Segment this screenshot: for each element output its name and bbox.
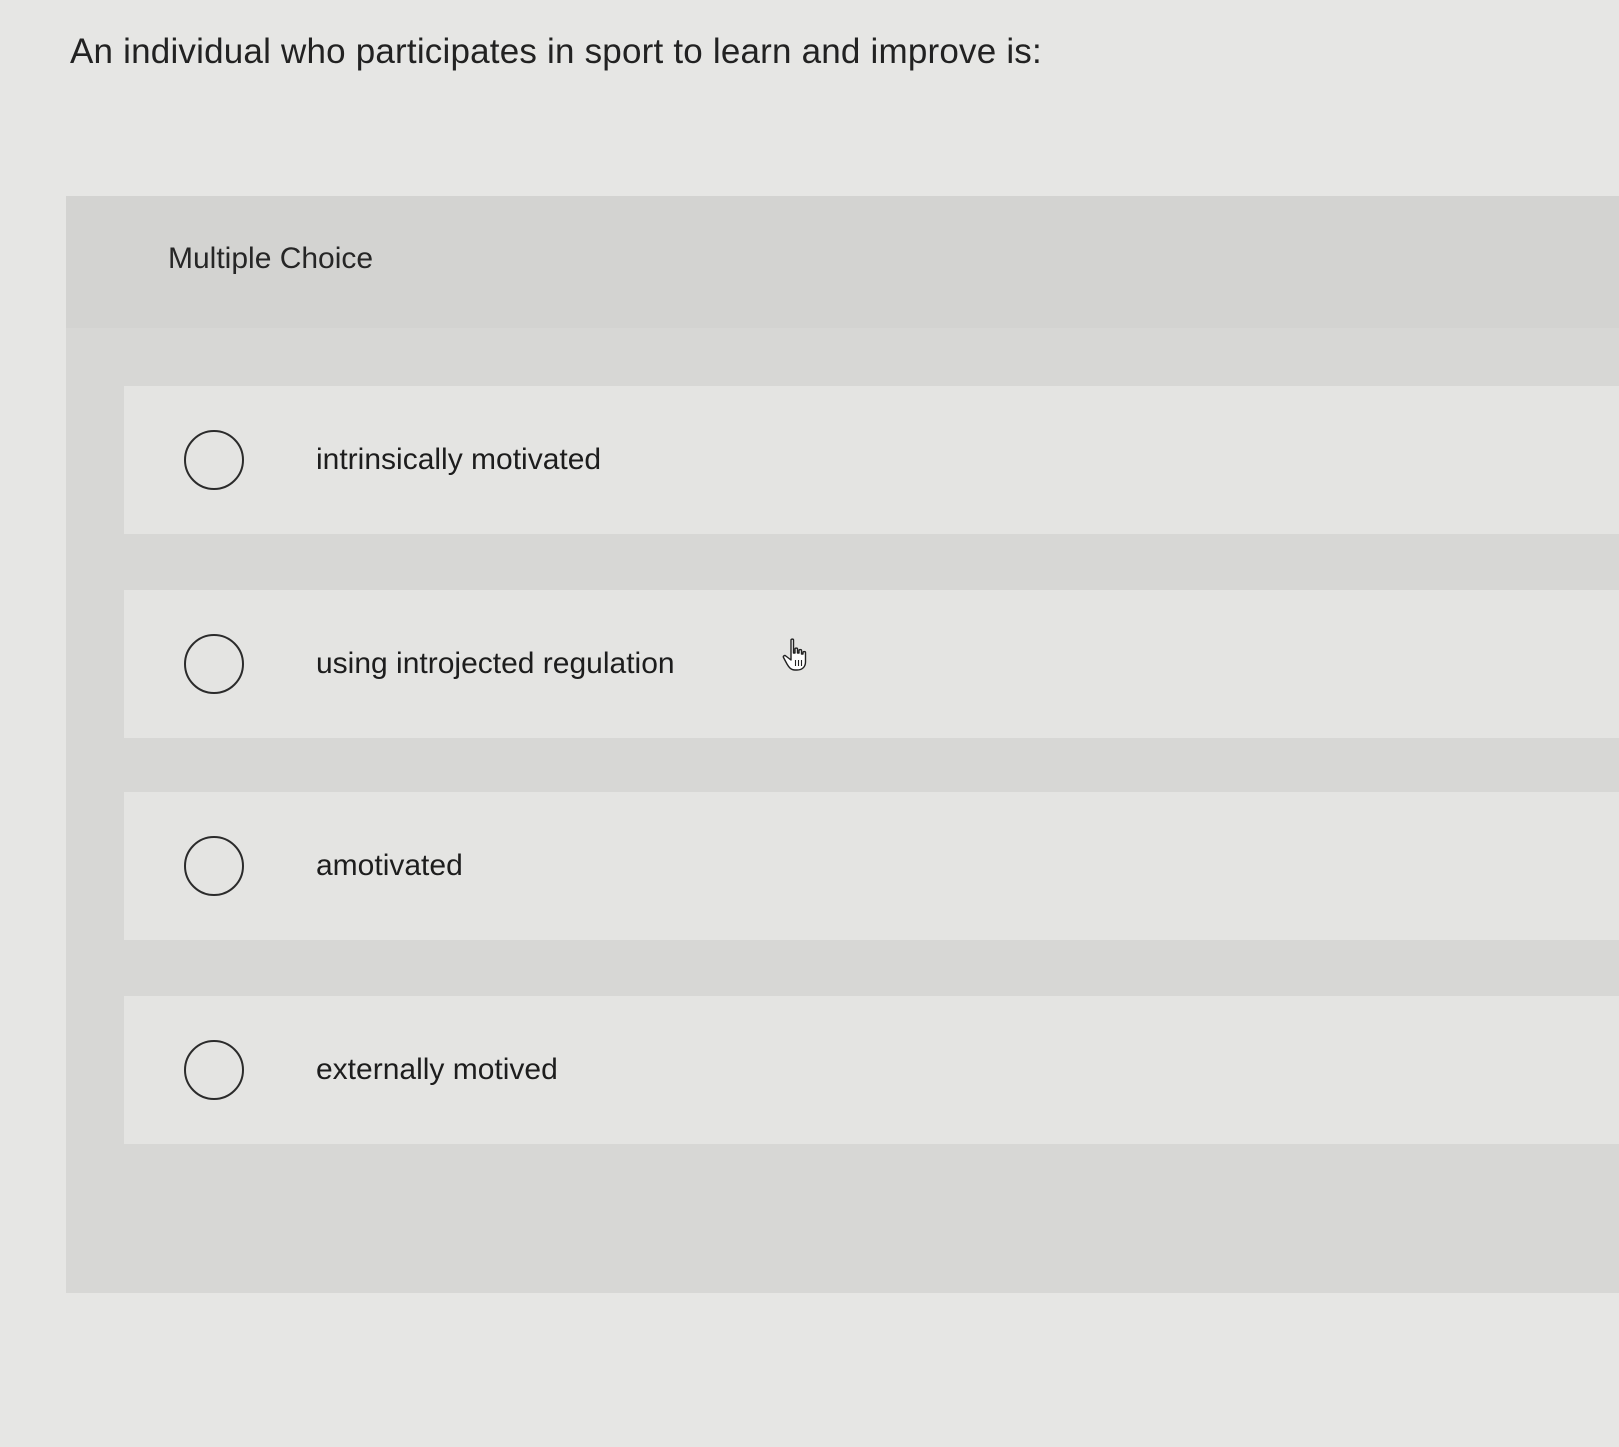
answer-option-label: intrinsically motivated	[316, 443, 602, 476]
multiple-choice-panel: Multiple Choice intrinsically motivated …	[66, 196, 1619, 1293]
answer-option-2[interactable]: using introjected regulation	[124, 590, 1619, 738]
multiple-choice-title: Multiple Choice	[168, 242, 374, 275]
radio-unchecked-icon[interactable]	[184, 430, 244, 490]
answer-option-label: externally motived	[316, 1053, 558, 1086]
answer-option-1[interactable]: intrinsically motivated	[124, 386, 1619, 534]
answer-option-4[interactable]: externally motived	[124, 996, 1619, 1144]
answer-option-3[interactable]: amotivated	[124, 792, 1619, 940]
answer-option-label: using introjected regulation	[316, 647, 675, 680]
question-text: An individual who participates in sport …	[70, 32, 1042, 71]
radio-unchecked-icon[interactable]	[184, 836, 244, 896]
hand-pointer-icon	[782, 638, 807, 671]
radio-unchecked-icon[interactable]	[184, 1040, 244, 1100]
answer-option-label: amotivated	[316, 849, 463, 882]
radio-unchecked-icon[interactable]	[184, 634, 244, 694]
multiple-choice-header: Multiple Choice	[66, 196, 1619, 328]
